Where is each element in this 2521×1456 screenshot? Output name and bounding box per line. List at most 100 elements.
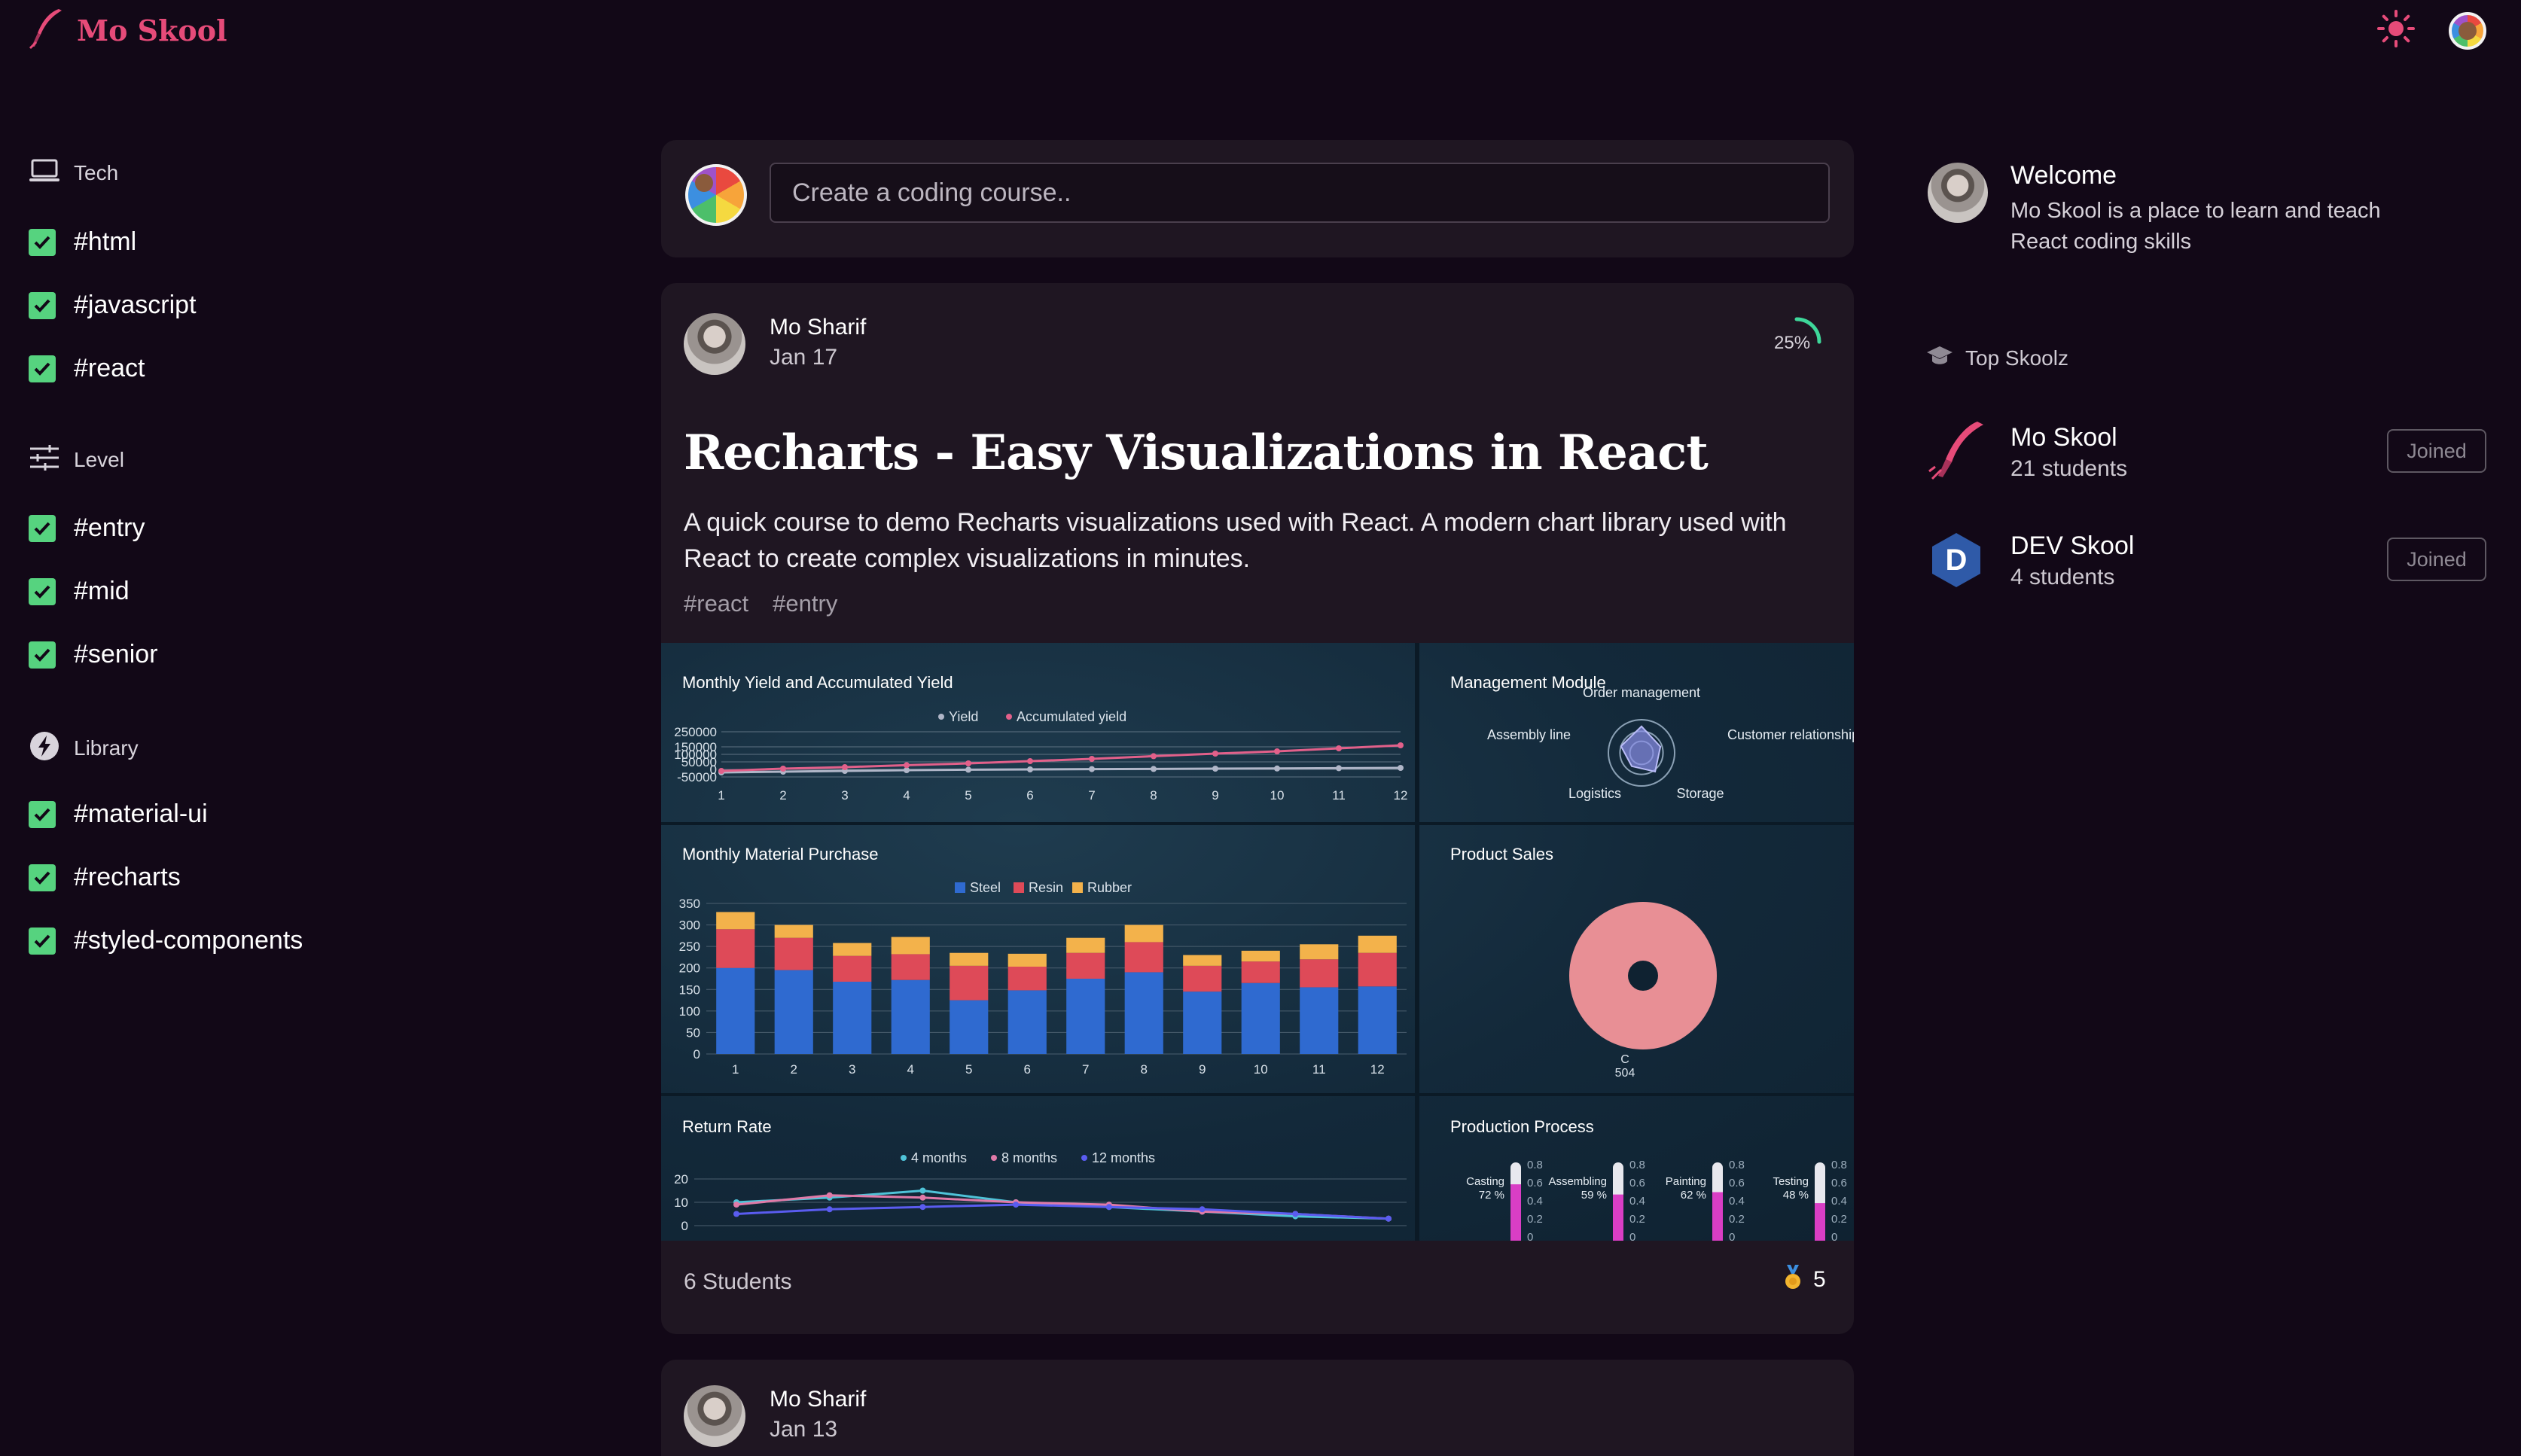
bar-segment [774, 970, 813, 1054]
data-point [965, 760, 971, 766]
sidebar-tag-javascript[interactable]: #javascript [29, 291, 197, 320]
joined-button[interactable]: Joined [2387, 538, 2486, 581]
x-tick-label: 6 [1026, 788, 1033, 803]
post-title[interactable]: Recharts - Easy Visualizations in React [684, 425, 1709, 481]
gauge-tick: 0.2 [1527, 1213, 1543, 1226]
sidebar-tag-senior[interactable]: #senior [29, 640, 158, 669]
sidebar-tag-mid[interactable]: #mid [29, 577, 130, 606]
school-name[interactable]: Mo Skool [2010, 423, 2117, 452]
checkbox-checked-icon[interactable] [29, 577, 56, 605]
user-avatar[interactable] [2449, 11, 2486, 50]
course-post[interactable]: Mo Sharif Jan 17 25% Recharts - Easy Vis… [661, 283, 1854, 1334]
gauge-tick: 0.2 [1629, 1213, 1645, 1226]
composer-avatar [685, 164, 747, 226]
radar-label: Logistics [1568, 786, 1621, 801]
course-post-2[interactable]: Mo Sharif Jan 13 [661, 1360, 1854, 1456]
students-count: 6 Students [684, 1269, 792, 1294]
x-tick-label: 3 [841, 788, 848, 803]
checkbox-checked-icon[interactable] [29, 864, 56, 891]
bar-segment [891, 937, 930, 955]
bar-segment [1183, 991, 1222, 1054]
post-tag[interactable]: #react [684, 590, 748, 617]
school-students: 4 students [2010, 565, 2115, 589]
dev-skool-logo-icon: D [1928, 532, 1985, 592]
tag-label: #recharts [74, 863, 181, 891]
group-label: Level [74, 447, 124, 471]
bar-segment [716, 967, 755, 1054]
data-point [1013, 1202, 1020, 1208]
school-students: 21 students [2010, 456, 2128, 481]
sidebar-tag-react[interactable]: #react [29, 354, 145, 383]
chart-title-return: Return Rate [682, 1117, 772, 1136]
tag-label: #styled-components [74, 926, 303, 955]
checkbox-checked-icon[interactable] [29, 355, 56, 382]
course-cover-dashboard[interactable]: Monthly Yield and Accumulated Yield Mana… [661, 643, 1854, 1241]
bar-segment [1358, 986, 1397, 1054]
data-point [1292, 1211, 1299, 1217]
data-point [919, 1194, 926, 1201]
data-point [919, 1187, 926, 1194]
create-course-input[interactable] [770, 163, 1830, 223]
tag-label: #html [74, 227, 137, 256]
x-tick-label: 7 [1082, 1062, 1089, 1077]
gauge-label: Painting [1666, 1175, 1706, 1188]
checkbox-checked-icon[interactable] [29, 927, 56, 955]
y-tick-label: 0 [694, 1047, 700, 1062]
dashboard-svg: Monthly Yield and Accumulated Yield Mana… [661, 643, 1854, 1241]
graduation-cap-icon [1926, 345, 1953, 371]
joined-button[interactable]: Joined [2387, 429, 2486, 473]
bar-segment [1066, 979, 1105, 1054]
data-point [733, 1202, 739, 1208]
checkbox-checked-icon[interactable] [29, 514, 56, 542]
gauge-tick: 0.6 [1629, 1177, 1645, 1189]
data-point [919, 1204, 926, 1211]
data-point [1212, 766, 1218, 772]
post-tag[interactable]: #entry [773, 590, 837, 617]
bar-segment [891, 954, 930, 980]
return-line-chart: 0 10 20 4 months 8 months 12 months [674, 1150, 1407, 1233]
checkbox-checked-icon[interactable] [29, 800, 56, 828]
gauge-fill [1712, 1192, 1723, 1241]
dev-skool-logo-letter: D [1946, 544, 1968, 577]
tag-label: #javascript [74, 291, 197, 319]
checkbox-checked-icon[interactable] [29, 641, 56, 669]
bar-segment [1007, 967, 1047, 991]
legend-swatch [955, 882, 965, 893]
author-avatar[interactable] [684, 1385, 745, 1447]
sidebar-tag-entry[interactable]: #entry [29, 513, 145, 543]
x-tick-label: 8 [1141, 1062, 1148, 1077]
bar-segment [1007, 990, 1047, 1054]
legend-label: 12 months [1092, 1150, 1155, 1165]
gauge-value: 62 % [1681, 1189, 1706, 1202]
group-label: Tech [74, 160, 119, 184]
author-avatar[interactable] [684, 313, 745, 375]
material-bar-chart: 0501001502002503003501 2 3 4 5 6 7 8 9 10 11 12Stee… [679, 880, 1407, 1077]
x-tick-label: 12 [1394, 788, 1408, 803]
author-name[interactable]: Mo Sharif [770, 315, 866, 340]
checkbox-checked-icon[interactable] [29, 228, 56, 256]
legend-swatch [938, 714, 944, 720]
radar-label: Customer relationship [1727, 727, 1854, 742]
x-tick-label: 4 [903, 788, 910, 803]
y-tick-label: 350 [679, 897, 700, 911]
gauge-tick: 0.8 [1729, 1159, 1745, 1171]
sidebar-tag-recharts[interactable]: #recharts [29, 863, 181, 892]
welcome-text: Mo Skool is a place to learn and teach R… [2010, 199, 2381, 254]
course-composer [661, 140, 1854, 257]
app-logo[interactable]: Mo Skool [29, 6, 227, 54]
sidebar-tag-html[interactable]: #html [29, 227, 136, 257]
sidebar-tag-styled-components[interactable]: #styled-components [29, 926, 303, 955]
bar-segment [1124, 942, 1163, 973]
checkbox-checked-icon[interactable] [29, 291, 56, 319]
school-name[interactable]: DEV Skool [2010, 532, 2134, 561]
chart-title-production: Production Process [1450, 1117, 1594, 1136]
bar-segment [1241, 961, 1280, 983]
sidebar-tag-material-ui[interactable]: #material-ui [29, 800, 208, 829]
gauge-tick: 0.6 [1527, 1177, 1543, 1189]
author-name[interactable]: Mo Sharif [770, 1387, 866, 1412]
x-tick-label: 9 [1212, 788, 1218, 803]
mo-skool-logo-icon [1926, 419, 1986, 486]
sun-icon[interactable] [2376, 9, 2416, 52]
medal-count[interactable]: 5 [1783, 1265, 1826, 1294]
bar-segment [774, 937, 813, 970]
